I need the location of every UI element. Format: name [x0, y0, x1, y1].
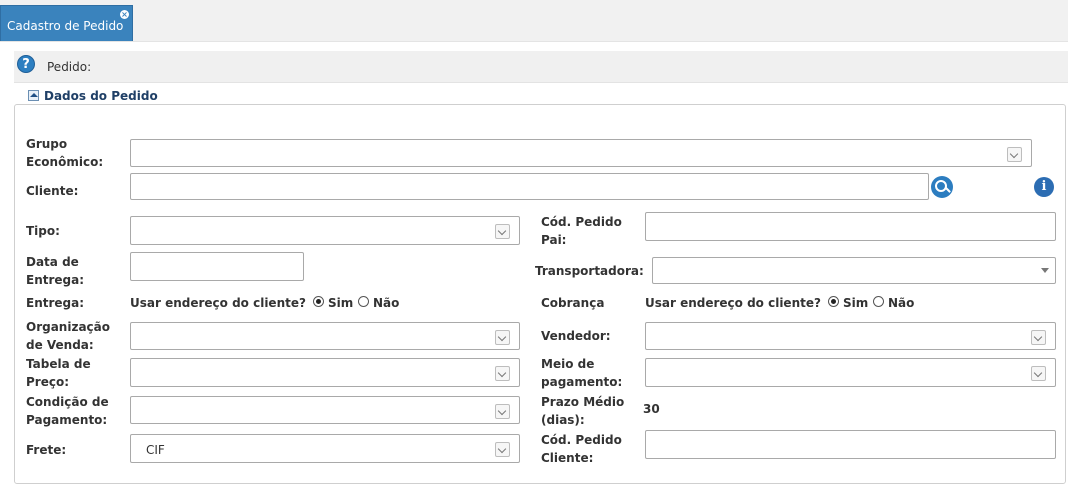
cod-pedido-pai-label: Cód. Pedido Pai: [541, 213, 622, 249]
chevron-down-icon[interactable] [1031, 330, 1046, 345]
entrega-sim-radio[interactable] [313, 296, 324, 307]
cobranca-label: Cobrança [541, 296, 605, 310]
section-title[interactable]: Dados do Pedido [44, 89, 158, 103]
page-header: ? Pedido: [14, 51, 1068, 83]
grupo-economico-label: Grupo Econômico: [26, 135, 103, 171]
entrega-nao-label[interactable]: Não [373, 296, 399, 310]
page-title: Pedido: [47, 60, 92, 74]
label-line: Pagamento: [26, 413, 108, 427]
prazo-medio-value: 30 [643, 402, 660, 416]
label-line: Preço: [26, 375, 70, 389]
transportadora-label: Transportadora: [535, 264, 644, 278]
entrega-label: Entrega: [26, 296, 85, 310]
chevron-down-icon[interactable] [495, 404, 510, 419]
chevron-down-icon[interactable] [1031, 366, 1046, 381]
cliente-label: Cliente: [26, 184, 79, 198]
cod-pedido-cliente-label: Cód. Pedido Cliente: [541, 431, 622, 467]
label-line: (dias): [541, 413, 585, 427]
entrega-question: Usar endereço do cliente? [130, 296, 306, 310]
tabela-preco-select[interactable] [130, 358, 520, 387]
tab-cadastro-de-pedido[interactable]: Cadastro de Pedido × [0, 5, 133, 41]
tab-bar [0, 0, 1068, 42]
organizacao-venda-select[interactable] [130, 322, 520, 350]
chevron-down-icon[interactable] [1007, 147, 1022, 162]
cobranca-sim-label[interactable]: Sim [843, 296, 868, 310]
chevron-down-icon[interactable] [495, 330, 510, 345]
cobranca-sim-radio[interactable] [828, 296, 839, 307]
organizacao-venda-label: Organização de Venda: [26, 318, 110, 354]
condicao-pagamento-label: Condição de Pagamento: [26, 393, 109, 429]
tab-label: Cadastro de Pedido [7, 19, 124, 33]
label-line: Tabela de [26, 357, 91, 371]
help-icon[interactable]: ? [17, 55, 35, 73]
label-line: Meio de [541, 357, 595, 371]
info-icon[interactable]: i [1034, 177, 1054, 197]
label-line: Entrega: [26, 273, 85, 287]
grupo-economico-select[interactable] [130, 139, 1032, 167]
meio-pagamento-select[interactable] [645, 358, 1056, 387]
frete-selected-value: CIF [146, 443, 165, 457]
label-line: Condição de [26, 395, 109, 409]
data-entrega-input[interactable] [130, 252, 304, 281]
prazo-medio-label: Prazo Médio (dias): [541, 393, 624, 429]
label-line: Organização [26, 320, 110, 334]
label-line: Pai: [541, 233, 567, 247]
collapse-icon[interactable] [28, 90, 39, 101]
tipo-select[interactable] [130, 216, 520, 245]
label-line: Cód. Pedido [541, 433, 622, 447]
condicao-pagamento-select[interactable] [130, 396, 520, 424]
data-entrega-label: Data de Entrega: [26, 253, 84, 289]
vendedor-label: Vendedor: [541, 329, 611, 343]
entrega-nao-radio[interactable] [358, 296, 369, 307]
label-line: Cód. Pedido [541, 215, 622, 229]
transportadora-select[interactable] [652, 257, 1056, 284]
cobranca-nao-label[interactable]: Não [888, 296, 914, 310]
label-line: Econômico: [26, 155, 104, 169]
chevron-down-icon[interactable] [495, 366, 510, 381]
label-line: pagamento: [541, 375, 623, 389]
frete-select[interactable]: CIF [130, 434, 520, 463]
frete-label: Frete: [26, 443, 67, 457]
chevron-down-icon[interactable] [495, 224, 510, 239]
label-line: de Venda: [26, 338, 94, 352]
cliente-input[interactable] [130, 173, 929, 200]
close-icon[interactable]: × [120, 10, 129, 19]
tabela-preco-label: Tabela de Preço: [26, 355, 91, 391]
cod-pedido-pai-input[interactable] [645, 212, 1056, 241]
cod-pedido-cliente-input[interactable] [645, 430, 1056, 459]
label-line: Data de [26, 255, 79, 269]
cobranca-question: Usar endereço do cliente? [645, 296, 821, 310]
meio-pagamento-label: Meio de pagamento: [541, 355, 622, 391]
vendedor-select[interactable] [645, 322, 1056, 350]
search-icon[interactable] [931, 176, 953, 198]
tipo-label: Tipo: [26, 224, 60, 238]
cobranca-nao-radio[interactable] [873, 296, 884, 307]
label-line: Prazo Médio [541, 395, 625, 409]
label-line: Grupo [26, 137, 68, 151]
chevron-down-icon[interactable] [495, 442, 510, 457]
caret-down-icon[interactable] [1041, 268, 1049, 273]
label-line: Cliente: [541, 451, 594, 465]
entrega-sim-label[interactable]: Sim [328, 296, 353, 310]
